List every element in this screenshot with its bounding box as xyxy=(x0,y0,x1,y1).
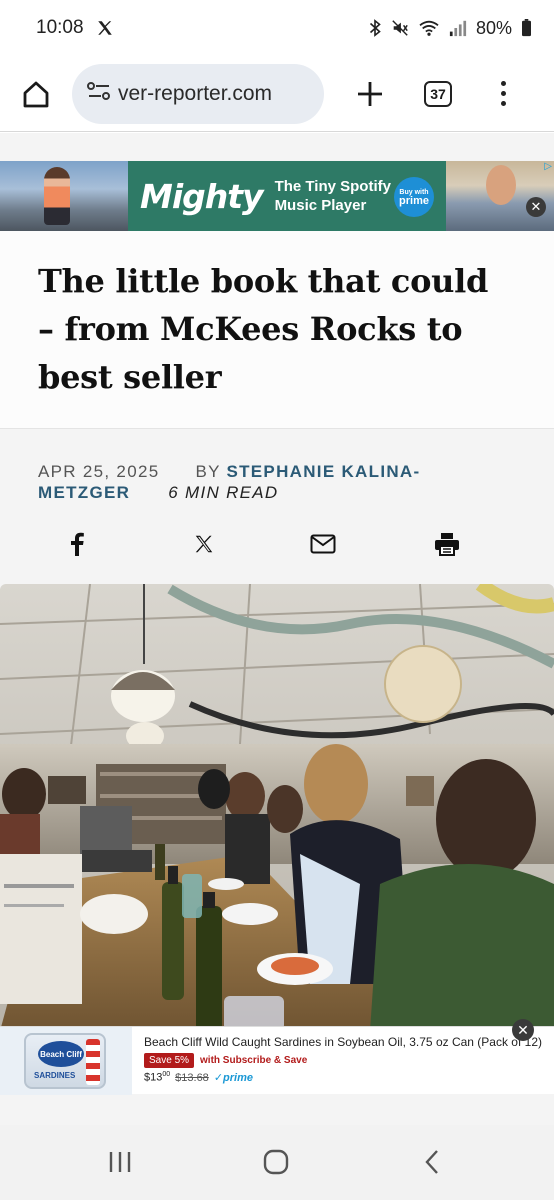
product-ad[interactable]: Beach Cliff SARDINES Beach Cliff Wild Ca… xyxy=(0,1019,554,1095)
subscribe-save-text: with Subscribe & Save xyxy=(200,1055,308,1066)
by-label: BY xyxy=(195,462,221,481)
ad-tagline: The Tiny Spotify Music Player xyxy=(274,178,391,214)
ad-brand: Mighty xyxy=(140,176,264,216)
article-photo xyxy=(0,584,554,1031)
ad-green-panel: Mighty The Tiny Spotify Music Player Buy… xyxy=(128,161,446,231)
battery-icon xyxy=(521,19,532,37)
email-share-button[interactable] xyxy=(308,529,338,559)
back-button[interactable] xyxy=(412,1145,452,1179)
wifi-6-icon xyxy=(418,19,440,37)
old-price: $13.68 xyxy=(175,1072,209,1084)
status-left: 10:08 xyxy=(36,17,114,39)
read-time: 6 MIN READ xyxy=(168,483,279,502)
mute-icon xyxy=(391,19,409,37)
new-tab-button[interactable] xyxy=(348,72,392,116)
can-brand-text: Beach Cliff xyxy=(40,1049,82,1059)
home-button[interactable] xyxy=(14,72,58,116)
tab-count: 37 xyxy=(430,85,446,102)
woman-face xyxy=(486,165,516,205)
print-button[interactable] xyxy=(432,529,462,559)
address-bar[interactable]: ver-reporter.com xyxy=(72,63,324,124)
facebook-share-button[interactable] xyxy=(62,529,92,559)
lighthouse-graphic xyxy=(86,1039,100,1085)
badge-bottom-text: prime xyxy=(399,195,429,207)
adchoices-icon[interactable]: ▷ xyxy=(544,161,552,172)
share-bar xyxy=(0,523,554,563)
back-chevron-icon xyxy=(425,1150,438,1174)
browser-toolbar: ver-reporter.com 37 xyxy=(0,56,554,132)
signal-icon xyxy=(449,19,467,37)
bluetooth-icon xyxy=(368,19,382,37)
publish-date: APR 25, 2025 xyxy=(38,462,160,481)
x-logo-icon xyxy=(96,19,114,37)
prime-logo: ✓prime xyxy=(213,1072,253,1084)
product-title[interactable]: Beach Cliff Wild Caught Sardines in Soyb… xyxy=(144,1035,544,1049)
more-vert-icon[interactable] xyxy=(488,72,518,116)
can-brand: Beach Cliff xyxy=(38,1041,84,1067)
price-row: $1300 $13.68 ✓prime xyxy=(144,1071,253,1084)
x-icon xyxy=(195,535,213,553)
save-row: Save 5% with Subscribe & Save xyxy=(144,1053,307,1068)
recent-apps-button[interactable] xyxy=(100,1145,140,1179)
x-share-button[interactable] xyxy=(189,529,219,559)
status-bar: 10:08 80% xyxy=(0,0,554,56)
save-pill: Save 5% xyxy=(144,1053,195,1068)
can-product-text: SARDINES xyxy=(34,1071,76,1080)
status-right: 80% xyxy=(368,18,532,39)
battery-percent: 80% xyxy=(475,17,512,38)
price-cents: 00 xyxy=(162,1071,171,1079)
price-dollars: $13 xyxy=(144,1072,163,1084)
email-icon xyxy=(310,534,336,554)
article-meta: APR 25, 2025 BY STEPHANIE KALINA-METZGER 6… xyxy=(38,461,518,503)
sardine-can-image: Beach Cliff SARDINES xyxy=(24,1033,106,1089)
ad-close-button[interactable]: ✕ xyxy=(526,197,546,217)
home-icon xyxy=(23,81,49,107)
site-settings-icon[interactable] xyxy=(86,80,112,107)
buy-with-prime-badge: Buy with prime xyxy=(394,177,434,217)
facebook-icon xyxy=(71,532,84,556)
system-nav-bar xyxy=(0,1125,554,1200)
ad-close-button[interactable]: ✕ xyxy=(512,1019,534,1041)
recents-icon xyxy=(109,1152,131,1172)
url-text: ver-reporter.com xyxy=(118,81,273,105)
price: $1300 xyxy=(144,1071,170,1084)
home-circle-icon xyxy=(263,1149,289,1175)
print-icon xyxy=(435,533,459,556)
runner-figure xyxy=(44,167,70,225)
tabs-icon: 37 xyxy=(424,80,452,107)
article-headline: The little book that could – from McKees… xyxy=(38,262,489,396)
plus-icon xyxy=(358,81,382,106)
tab-switcher-button[interactable]: 37 xyxy=(416,72,460,116)
article-header: The little book that could – from McKees… xyxy=(0,231,554,429)
web-page: Mighty The Tiny Spotify Music Player Buy… xyxy=(0,133,554,1125)
banner-ad[interactable]: Mighty The Tiny Spotify Music Player Buy… xyxy=(0,161,554,231)
home-nav-button[interactable] xyxy=(256,1145,296,1179)
clock: 10:08 xyxy=(36,17,84,38)
